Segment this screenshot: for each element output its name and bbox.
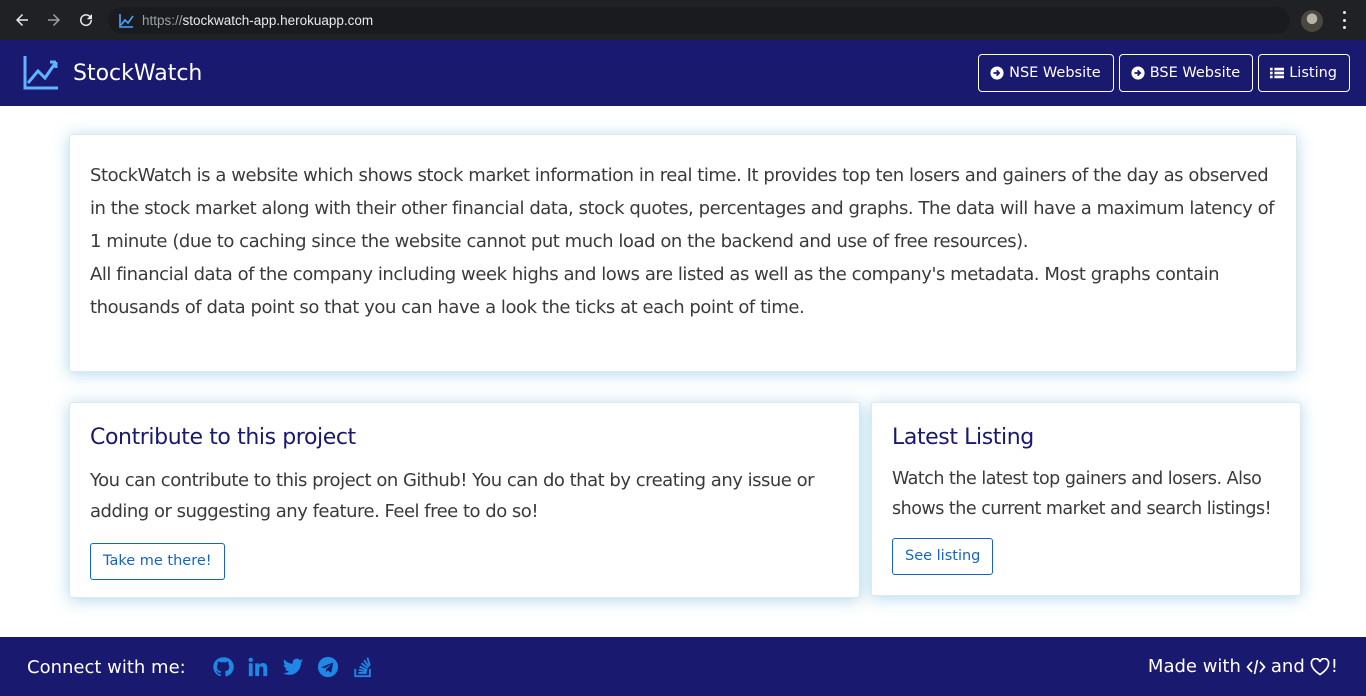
contribute-title: Contribute to this project — [90, 425, 356, 450]
latest-listing-title: Latest Listing — [892, 425, 1034, 450]
twitter-icon[interactable] — [282, 656, 304, 678]
nse-website-button[interactable]: NSE Website — [978, 54, 1114, 92]
nse-website-label: NSE Website — [1009, 65, 1101, 81]
bse-website-button[interactable]: BSE Website — [1118, 54, 1254, 92]
reload-icon[interactable] — [76, 10, 96, 30]
linkedin-icon[interactable] — [247, 656, 269, 678]
about-paragraph-1: StockWatch is a website which shows stoc… — [90, 165, 1275, 252]
about-card: StockWatch is a website which shows stoc… — [69, 134, 1297, 372]
nav-button-group: NSE Website BSE Website Listing — [978, 54, 1350, 92]
made-with-suffix: ! — [1330, 656, 1338, 677]
listing-button[interactable]: Listing — [1258, 54, 1350, 92]
back-icon[interactable] — [12, 10, 32, 30]
telegram-icon[interactable] — [317, 656, 339, 678]
arrow-circle-right-icon — [1131, 66, 1145, 80]
bse-website-label: BSE Website — [1149, 65, 1241, 81]
app-navbar: StockWatch NSE Website BSE Website Listi… — [0, 40, 1366, 106]
arrow-circle-right-icon — [990, 66, 1004, 80]
brand-name: StockWatch — [73, 60, 203, 86]
address-bar[interactable]: https://stockwatch-app.herokuapp.com — [108, 7, 1290, 34]
url-host: stockwatch-app.herokuapp.com — [182, 13, 374, 28]
social-links — [212, 656, 374, 678]
url-scheme: https:// — [142, 13, 183, 28]
heart-icon — [1310, 657, 1330, 675]
chart-logo-icon — [23, 56, 58, 90]
listing-label: Listing — [1289, 65, 1337, 81]
github-icon[interactable] — [212, 656, 234, 678]
menu-kebab-icon[interactable] — [1337, 11, 1351, 29]
see-listing-button[interactable]: See listing — [892, 538, 994, 575]
latest-listing-text: Watch the latest top gainers and losers.… — [892, 469, 1272, 519]
footer: Connect with me: Made with and ! — [0, 637, 1366, 696]
contribute-card: Contribute to this project You can contr… — [69, 402, 860, 598]
contribute-text: You can contribute to this project on Gi… — [90, 470, 815, 522]
browser-toolbar: https://stockwatch-app.herokuapp.com — [0, 0, 1366, 40]
forward-icon[interactable] — [44, 10, 64, 30]
made-with-and: and — [1270, 656, 1305, 677]
latest-listing-card: Latest Listing Watch the latest top gain… — [871, 402, 1301, 596]
stackoverflow-icon[interactable] — [352, 656, 374, 678]
connect-label: Connect with me: — [27, 657, 186, 678]
brand[interactable]: StockWatch — [22, 54, 202, 92]
take-me-there-button[interactable]: Take me there! — [90, 543, 225, 580]
site-favicon-icon — [119, 13, 134, 28]
about-paragraph-2: All financial data of the company includ… — [90, 264, 1220, 318]
made-with-prefix: Made with — [1147, 656, 1241, 677]
profile-avatar[interactable] — [1301, 10, 1323, 32]
list-icon — [1270, 67, 1285, 79]
url-text: https://stockwatch-app.herokuapp.com — [142, 13, 373, 28]
made-with-text: Made with and ! — [1148, 656, 1338, 677]
code-icon — [1246, 659, 1266, 674]
